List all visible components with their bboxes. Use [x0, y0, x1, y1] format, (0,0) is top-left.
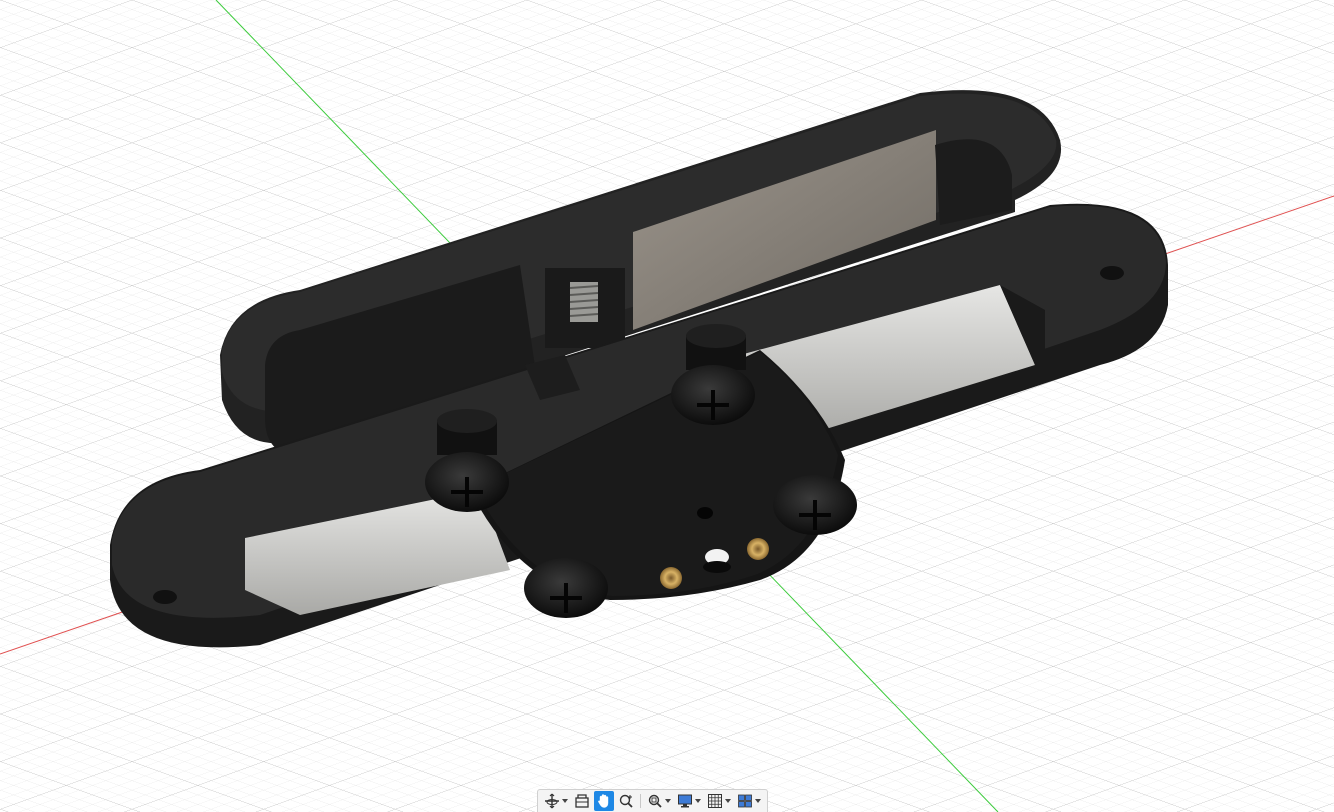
3d-viewport[interactable] [0, 0, 1334, 812]
look-at-icon [575, 794, 589, 808]
toolbar-separator [640, 794, 641, 808]
brass-insert-right [747, 538, 769, 560]
viewports-button[interactable] [735, 791, 763, 811]
zoom-icon [619, 794, 633, 808]
look-at-button[interactable] [572, 791, 592, 811]
zoom-button[interactable] [616, 791, 636, 811]
chevron-down-icon [562, 799, 568, 803]
spring [569, 282, 599, 322]
fit-button[interactable] [645, 791, 673, 811]
chevron-down-icon [755, 799, 761, 803]
grid-icon [708, 794, 722, 808]
brass-insert-left [660, 567, 682, 589]
pan-hand-icon [598, 794, 609, 808]
chevron-down-icon [665, 799, 671, 803]
screw-right [773, 475, 857, 535]
plate-hole-right [1100, 266, 1124, 280]
chevron-down-icon [695, 799, 701, 803]
mount-hole-small [697, 507, 713, 519]
orbit-button[interactable] [542, 791, 570, 811]
pan-button[interactable] [594, 791, 614, 811]
mount-hole-center-rim [703, 561, 731, 573]
display-settings-icon [678, 794, 692, 808]
screw-front [524, 558, 608, 618]
scene-canvas[interactable] [0, 0, 1334, 812]
grid-snaps-button[interactable] [705, 791, 733, 811]
viewports-icon [738, 794, 752, 808]
plate-hole-left [153, 590, 177, 604]
chevron-down-icon [725, 799, 731, 803]
right-cylinder [935, 139, 1012, 225]
fit-window-icon [648, 794, 662, 808]
orbit-icon [545, 793, 559, 809]
display-settings-button[interactable] [675, 791, 703, 811]
navigation-toolbar [537, 789, 768, 812]
